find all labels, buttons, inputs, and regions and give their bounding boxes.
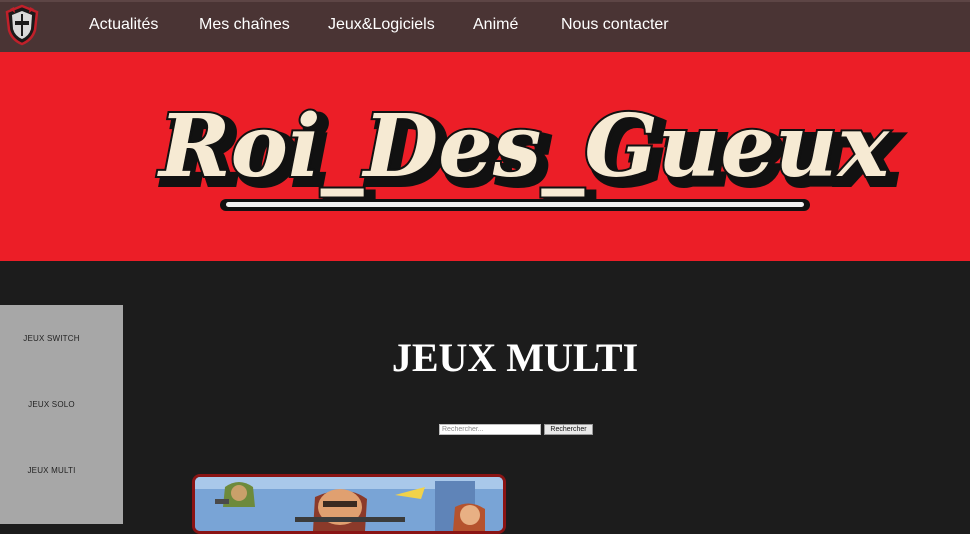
nav-link-jeux-logiciels[interactable]: Jeux&Logiciels — [328, 15, 435, 35]
navbar-top-edge — [0, 0, 970, 2]
hero-banner: Roi_Des_Gueux Roi_Des_Gueux — [0, 52, 970, 261]
banner-underline-inner — [226, 202, 804, 207]
nav-link-nous-contacter[interactable]: Nous contacter — [561, 15, 669, 35]
game-card-image — [195, 477, 503, 531]
banner-logo-title: Roi_Des_Gueux Roi_Des_Gueux — [0, 52, 970, 261]
nav-link-mes-chaines[interactable]: Mes chaînes — [199, 15, 290, 35]
game-card[interactable] — [192, 474, 506, 534]
page-title: JEUX MULTI — [391, 335, 639, 380]
sidebar-item-jeux-multi[interactable]: JEUX MULTI — [0, 466, 103, 475]
top-navbar: Actualités Mes chaînes Jeux&Logiciels An… — [0, 0, 970, 52]
search-input[interactable] — [439, 424, 541, 435]
sidebar-item-jeux-solo[interactable]: JEUX SOLO — [0, 400, 103, 409]
banner-title-text: Roi_Des_Gueux — [156, 96, 890, 197]
sidebar: JEUX SWITCH JEUX SOLO JEUX MULTI — [0, 305, 123, 524]
nav-link-actualites[interactable]: Actualités — [89, 15, 158, 35]
knight-helmet-icon[interactable] — [4, 4, 40, 46]
nav-link-anime[interactable]: Animé — [473, 15, 518, 35]
search-button[interactable]: Rechercher — [544, 424, 593, 435]
sidebar-item-jeux-switch[interactable]: JEUX SWITCH — [0, 334, 103, 343]
